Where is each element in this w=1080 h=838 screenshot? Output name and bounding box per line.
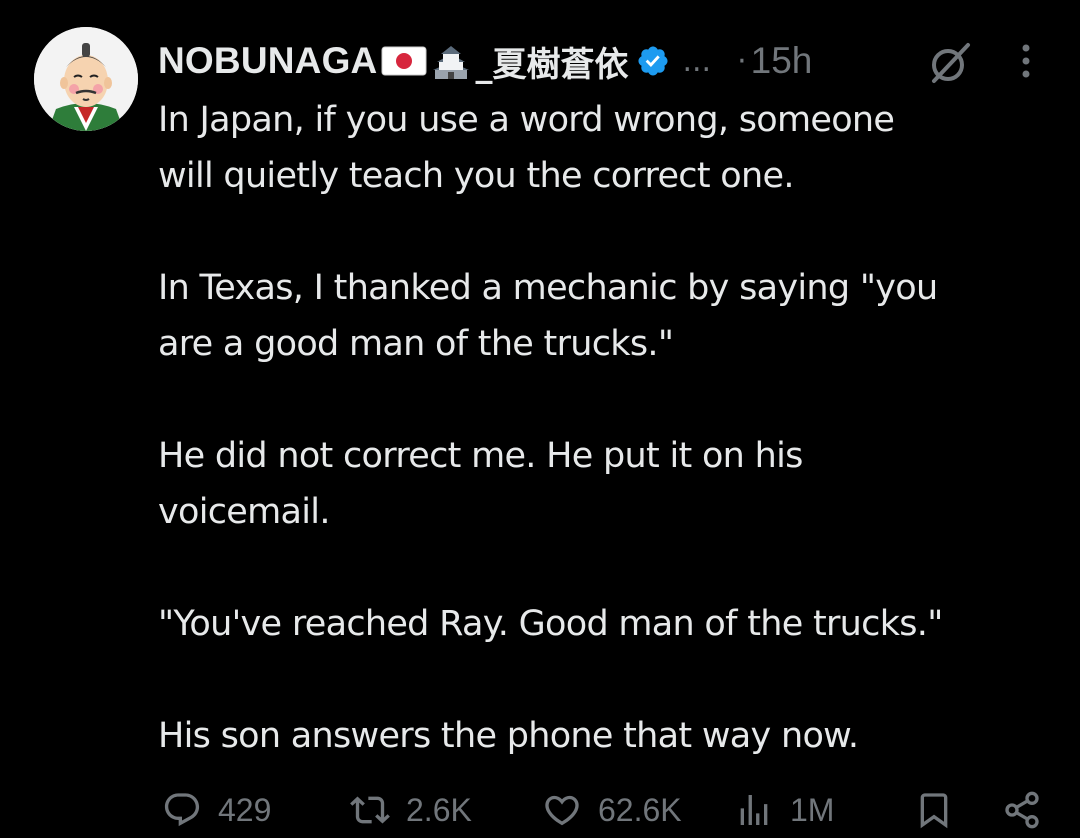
tweet-paragraph: "You've reached Ray. Good man of the tru… (158, 596, 1058, 652)
bookmark-icon (920, 793, 948, 829)
more-options-icon[interactable] (1016, 41, 1036, 81)
reply-count: 429 (218, 791, 272, 828)
tweet-paragraph: In Japan, if you use a word wrong, someo… (158, 92, 1058, 204)
share-icon (1005, 791, 1039, 829)
tweet-paragraph: In Texas, I thanked a mechanic by saying… (158, 260, 1058, 372)
views-icon (740, 795, 768, 825)
verified-badge-icon[interactable] (636, 44, 670, 78)
reply-icon (164, 793, 200, 827)
samurai-avatar-icon (34, 27, 138, 131)
text-line: are a good man of the trucks." (158, 324, 674, 364)
text-line: "You've reached Ray. Good man of the tru… (158, 604, 943, 644)
post-timestamp[interactable]: 15h (751, 40, 813, 82)
heart-icon (545, 795, 579, 826)
text-line: In Japan, if you use a word wrong, someo… (158, 100, 895, 140)
tweet-text: In Japan, if you use a word wrong, someo… (158, 92, 1058, 764)
bookmark-button[interactable] (914, 786, 954, 834)
castle-icon (431, 42, 471, 80)
share-button[interactable] (1002, 786, 1042, 834)
grok-icon[interactable] (928, 41, 972, 85)
name-truncation: ... (682, 43, 712, 79)
text-line: voicemail. (158, 492, 330, 532)
reply-button[interactable]: 429 (162, 786, 271, 834)
retweet-button[interactable]: 2.6K (350, 786, 472, 834)
avatar[interactable] (34, 27, 138, 131)
tweet-header: NOBUNAGA _夏樹蒼依 ... · 15h (158, 36, 1040, 86)
text-line: He did not correct me. He put it on his (158, 436, 803, 476)
text-line: will quietly teach you the correct one. (158, 156, 794, 196)
like-button[interactable]: 62.6K (542, 786, 682, 834)
author-name-suffix[interactable]: _夏樹蒼依 (475, 37, 628, 86)
views-button[interactable]: 1M (734, 786, 834, 834)
author-display-name[interactable]: NOBUNAGA (158, 40, 377, 82)
text-line: His son answers the phone that way now. (158, 716, 859, 756)
retweet-icon (350, 796, 390, 824)
action-bar: 429 2.6K 62.6K 1M (158, 786, 1058, 834)
like-count: 62.6K (598, 791, 682, 828)
time-separator: · (737, 43, 747, 79)
views-count: 1M (790, 791, 835, 828)
tweet-paragraph: He did not correct me. He put it on his … (158, 428, 1058, 540)
tweet-paragraph: His son answers the phone that way now. (158, 708, 1058, 764)
text-line: In Texas, I thanked a mechanic by saying… (158, 268, 938, 308)
retweet-count: 2.6K (406, 791, 472, 828)
japan-flag-icon (381, 46, 427, 76)
